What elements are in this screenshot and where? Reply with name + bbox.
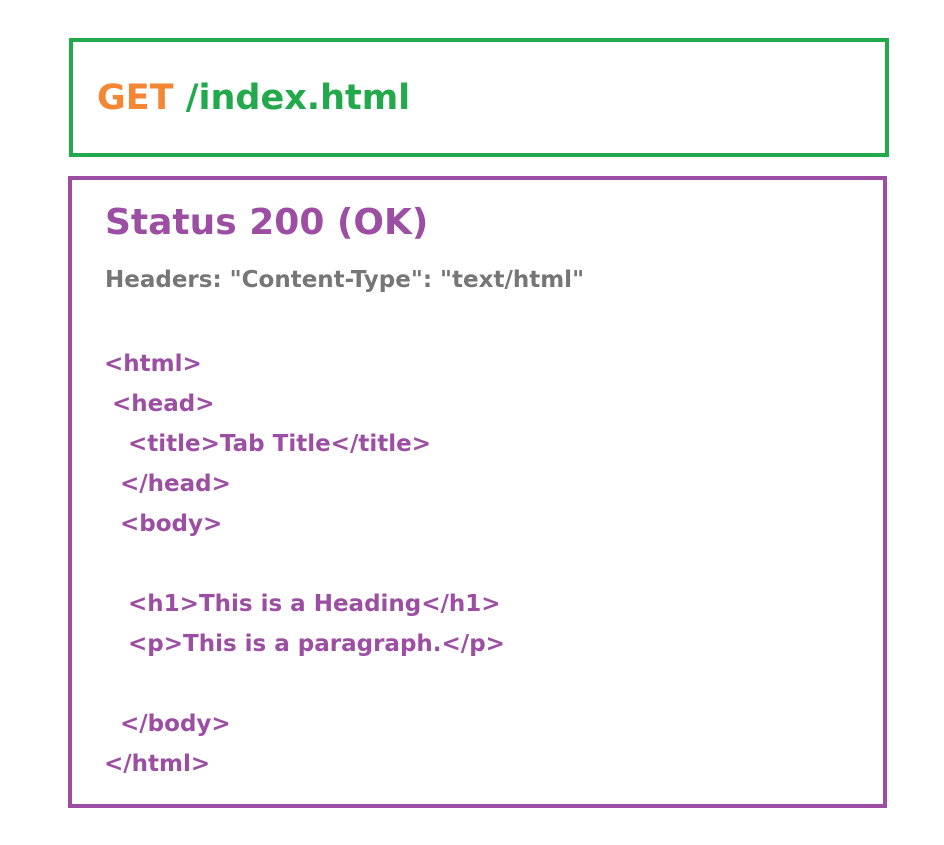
code-line: </html> [104, 751, 211, 777]
response-box: Status 200 (OK) Headers: "Content-Type":… [68, 176, 887, 808]
response-status: Status 200 (OK) [105, 202, 429, 243]
request-method: GET [97, 78, 174, 118]
request-box: GET /index.html [69, 38, 889, 157]
code-line: <h1>This is a Heading</h1> [104, 591, 501, 617]
request-line: GET /index.html [97, 78, 410, 118]
response-headers: Headers: "Content-Type": "text/html" [105, 267, 585, 293]
code-line: <html> [104, 351, 202, 377]
code-line: <p>This is a paragraph.</p> [104, 631, 505, 657]
request-path: /index.html [185, 78, 411, 118]
response-body-code: <html> <head> <title>Tab Title</title> <… [104, 344, 505, 784]
code-line: <head> [104, 391, 215, 417]
code-line: <body> [104, 511, 223, 537]
code-line: </body> [104, 711, 231, 737]
code-line: </head> [104, 471, 231, 497]
code-line: <title>Tab Title</title> [104, 431, 431, 457]
